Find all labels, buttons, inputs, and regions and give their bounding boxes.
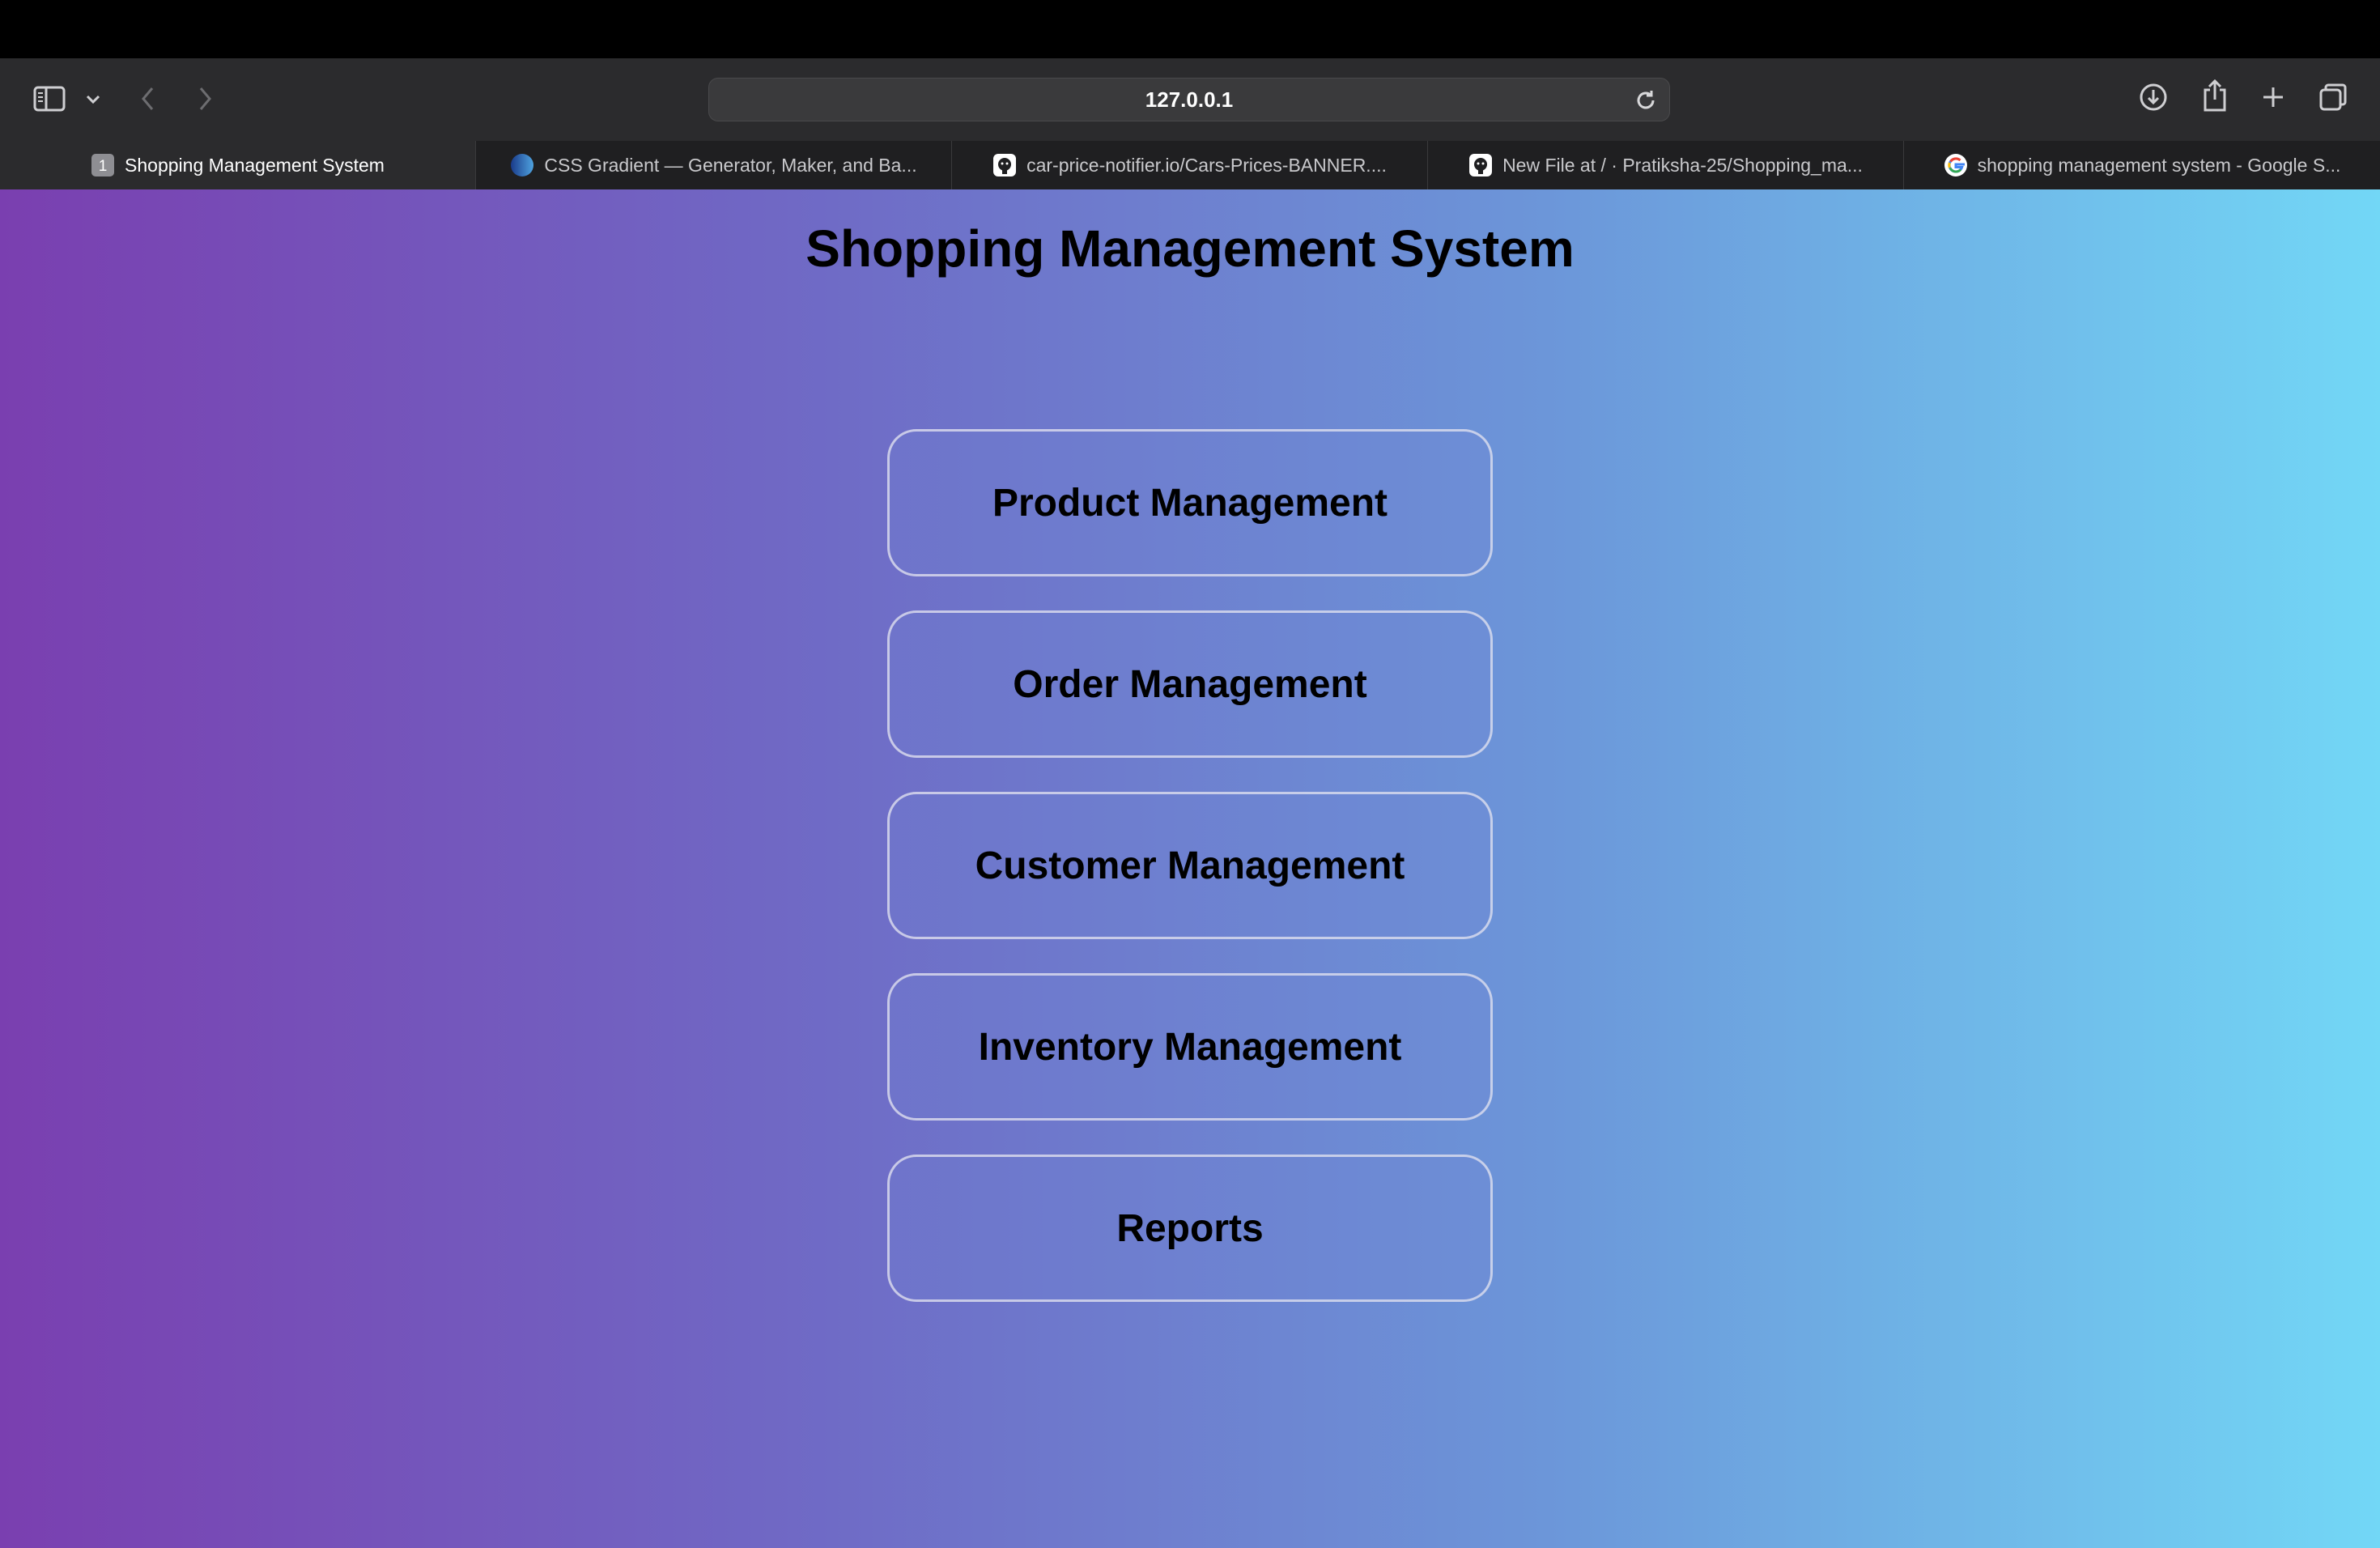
gradient-circle-icon: [510, 153, 534, 177]
address-text: 127.0.0.1: [1145, 87, 1234, 112]
tab-label: car-price-notifier.io/Cars-Prices-BANNER…: [1026, 154, 1387, 176]
tab-new-file[interactable]: New File at / · Pratiksha-25/Shopping_ma…: [1428, 141, 1904, 189]
tab-label: shopping management system - Google S...: [1977, 154, 2341, 176]
chevron-down-icon[interactable]: [81, 87, 105, 112]
new-tab-icon[interactable]: [2257, 79, 2289, 115]
tab-label: Shopping Management System: [125, 154, 385, 176]
address-bar[interactable]: 127.0.0.1: [708, 78, 1670, 121]
page-title: Shopping Management System: [805, 219, 1575, 278]
page-content: Shopping Management System Product Manag…: [0, 189, 2380, 1548]
reload-icon[interactable]: [1634, 88, 1658, 113]
order-management-button[interactable]: Order Management: [887, 610, 1493, 758]
github-icon: [992, 153, 1017, 177]
svg-text:1: 1: [99, 158, 108, 175]
tab-shopping-management[interactable]: 1 Shopping Management System: [0, 141, 476, 189]
tab-google-search[interactable]: shopping management system - Google S...: [1904, 141, 2380, 189]
download-icon[interactable]: [2137, 79, 2170, 115]
tab-css-gradient[interactable]: CSS Gradient — Generator, Maker, and Ba.…: [476, 141, 952, 189]
tab-bar: 1 Shopping Management System CSS Gradien…: [0, 141, 2380, 190]
menu-bar-strip: [0, 0, 2380, 58]
forward-icon[interactable]: [193, 83, 217, 115]
github-icon: [1468, 153, 1493, 177]
share-icon[interactable]: [2199, 76, 2231, 115]
tab-car-price-notifier[interactable]: car-price-notifier.io/Cars-Prices-BANNER…: [952, 141, 1428, 189]
tab-label: New File at / · Pratiksha-25/Shopping_ma…: [1502, 154, 1863, 176]
tab-label: CSS Gradient — Generator, Maker, and Ba.…: [544, 154, 917, 176]
google-icon: [1944, 153, 1968, 177]
reports-button[interactable]: Reports: [887, 1155, 1493, 1302]
tab-overview-icon[interactable]: [2317, 79, 2349, 115]
number-badge-icon: 1: [91, 153, 115, 177]
product-management-button[interactable]: Product Management: [887, 429, 1493, 576]
back-icon[interactable]: [136, 83, 160, 115]
inventory-management-button[interactable]: Inventory Management: [887, 973, 1493, 1121]
sidebar-toggle-icon[interactable]: [31, 83, 68, 115]
customer-management-button[interactable]: Customer Management: [887, 792, 1493, 939]
